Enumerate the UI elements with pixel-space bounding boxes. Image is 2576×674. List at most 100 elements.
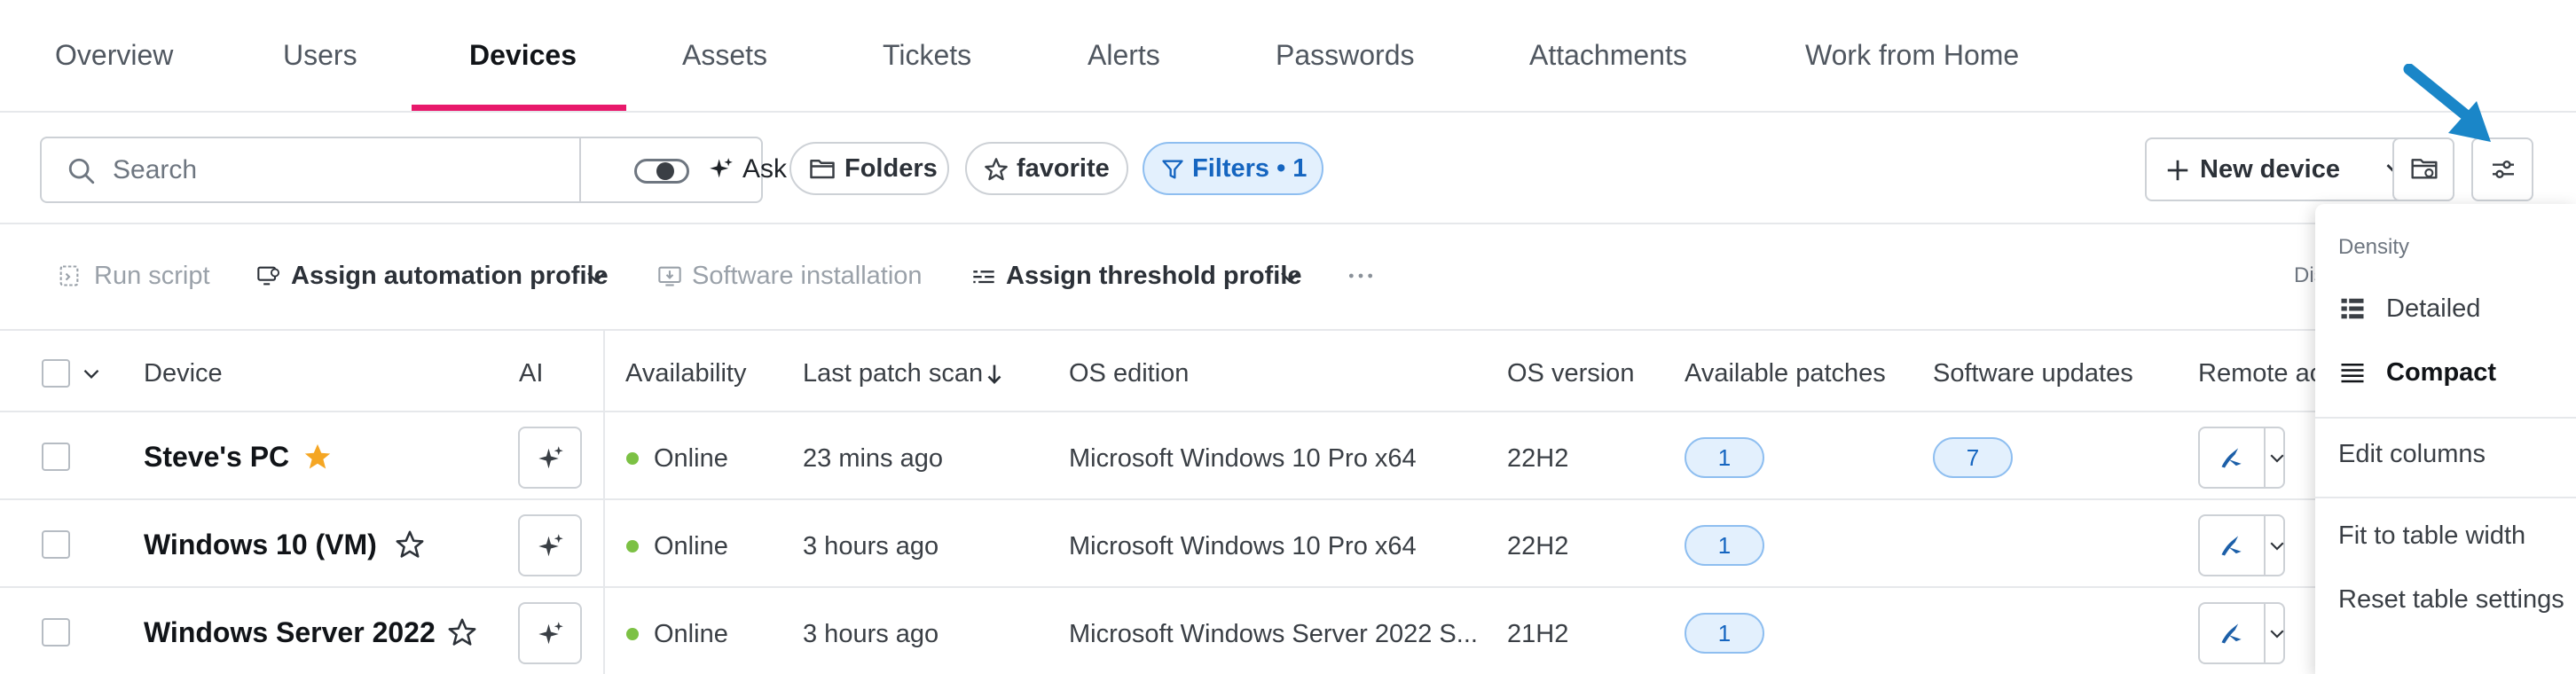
os-version-value: 21H2: [1507, 620, 1569, 648]
tab-attachments[interactable]: Attachments: [1529, 37, 1687, 73]
table-settings-button[interactable]: [2471, 137, 2533, 201]
online-status-dot: [626, 628, 639, 640]
device-name[interactable]: Windows Server 2022: [144, 616, 436, 648]
online-status-dot: [626, 452, 639, 465]
star-outline-icon: [985, 158, 1008, 181]
search-icon: [68, 158, 95, 184]
tab-passwords[interactable]: Passwords: [1276, 37, 1415, 73]
table-header: Device AI Availability Last patch scan O…: [0, 331, 2576, 412]
chevron-down-icon[interactable]: [2269, 453, 2285, 464]
split-divider: [2264, 428, 2266, 487]
device-name[interactable]: Windows 10 (VM): [144, 529, 377, 560]
toggle-knob: [656, 162, 674, 180]
column-header-remote-access[interactable]: Remote ac: [2198, 357, 2322, 389]
tab-devices[interactable]: Devices: [469, 37, 577, 73]
chevron-down-icon[interactable]: [2269, 629, 2285, 639]
devices-table: Device AI Availability Last patch scan O…: [0, 331, 2576, 674]
star-outline-icon[interactable]: [395, 529, 425, 560]
sliders-icon: [2493, 161, 2514, 178]
column-header-last-patch-scan[interactable]: Last patch scan: [803, 357, 983, 389]
software-installation-label: Software installation: [692, 262, 923, 290]
arrow-down-icon[interactable]: [985, 363, 1004, 386]
available-patches-badge[interactable]: 1: [1685, 613, 1764, 654]
assign-threshold-profile-label: Assign threshold profile: [1006, 262, 1302, 290]
table-row[interactable]: Steve's PC Online 23 mins ago Microsoft …: [0, 414, 2576, 500]
ask-toggle[interactable]: [634, 159, 689, 184]
column-header-device[interactable]: Device: [144, 357, 223, 389]
chevron-down-icon[interactable]: [2269, 541, 2285, 552]
column-header-os-version[interactable]: OS version: [1507, 357, 1634, 389]
favorite-button[interactable]: favorite: [965, 142, 1128, 195]
sparkle-icon: [538, 622, 563, 645]
star-filled-icon[interactable]: [302, 442, 333, 472]
sparkle-icon: [538, 534, 563, 557]
row-checkbox[interactable]: [42, 530, 70, 559]
column-header-ai[interactable]: AI: [519, 357, 543, 389]
ai-button[interactable]: [518, 602, 582, 664]
edit-columns-option[interactable]: Edit columns: [2338, 438, 2486, 470]
row-checkbox[interactable]: [42, 618, 70, 647]
fit-to-table-width-option[interactable]: Fit to table width: [2338, 520, 2525, 552]
software-updates-badge[interactable]: 7: [1933, 437, 2013, 478]
star-outline-icon[interactable]: [447, 617, 477, 647]
reset-table-settings-option[interactable]: Reset table settings: [2338, 584, 2564, 615]
tab-assets[interactable]: Assets: [682, 37, 767, 73]
folder-gear-icon: [2411, 159, 2438, 179]
annotation-arrow-icon: [2403, 64, 2491, 142]
os-edition-value: Microsoft Windows 10 Pro x64: [1069, 532, 1417, 560]
teamviewer-icon: [2221, 623, 2242, 644]
available-patches-badge[interactable]: 1: [1685, 437, 1764, 478]
search-input[interactable]: [113, 151, 609, 190]
new-device-button[interactable]: New device: [2145, 137, 2424, 201]
folders-label: Folders: [844, 154, 938, 183]
column-header-os-edition[interactable]: OS edition: [1069, 357, 1189, 389]
row-checkbox[interactable]: [42, 443, 70, 471]
tab-users[interactable]: Users: [283, 37, 357, 73]
monitor-gear-icon: [257, 266, 280, 286]
chevron-down-icon[interactable]: [82, 368, 100, 380]
tab-work-from-home[interactable]: Work from Home: [1805, 37, 2019, 73]
ai-button[interactable]: [518, 427, 582, 489]
column-header-available-patches[interactable]: Available patches: [1685, 357, 1886, 389]
table-row[interactable]: Windows Server 2022 Online 3 hours ago M…: [0, 590, 2576, 674]
threshold-icon: [973, 270, 994, 284]
os-edition-value: Microsoft Windows Server 2022 S...: [1069, 620, 1478, 648]
install-icon: [658, 266, 681, 286]
last-patch-scan-value: 3 hours ago: [803, 532, 939, 560]
tab-overview[interactable]: Overview: [55, 37, 173, 73]
ai-button[interactable]: [518, 514, 582, 576]
menu-divider: [2315, 417, 2576, 419]
remote-access-button[interactable]: [2198, 427, 2285, 489]
tab-alerts[interactable]: Alerts: [1088, 37, 1160, 73]
table-settings-menu: Density Detailed Compact Edit columns Fi…: [2315, 204, 2576, 674]
filters-button[interactable]: Filters • 1: [1143, 142, 1323, 195]
available-patches-badge[interactable]: 1: [1685, 525, 1764, 566]
sparkle-icon: [710, 158, 733, 178]
search-divider: [579, 138, 581, 201]
folder-icon: [810, 160, 835, 179]
tab-tickets[interactable]: Tickets: [883, 37, 971, 73]
tab-bar: Overview Users Devices Assets Tickets Al…: [0, 0, 2576, 113]
more-horizontal-icon[interactable]: [1347, 260, 1375, 292]
favorite-label: favorite: [1017, 154, 1110, 183]
folders-button[interactable]: Folders: [789, 142, 949, 195]
ask-label[interactable]: Ask: [742, 153, 787, 185]
list-compact-icon: [2341, 364, 2364, 383]
device-name[interactable]: Steve's PC: [144, 441, 289, 473]
remote-access-button[interactable]: [2198, 602, 2285, 664]
os-version-value: 22H2: [1507, 532, 1569, 560]
column-header-availability[interactable]: Availability: [625, 357, 746, 389]
bulk-actions-bar: Run script Assign automation profile Sof…: [0, 224, 2576, 331]
menu-divider: [2315, 497, 2576, 498]
folder-settings-button[interactable]: [2392, 137, 2454, 201]
availability-value: Online: [654, 620, 728, 648]
teamviewer-icon: [2221, 536, 2242, 556]
availability-value: Online: [654, 532, 728, 560]
select-all-checkbox[interactable]: [42, 359, 70, 388]
density-compact-label: Compact: [2386, 358, 2497, 387]
toolbar: Ask Folders favorite Filters • 1 New dev…: [0, 113, 2576, 224]
table-row[interactable]: Windows 10 (VM) Online 3 hours ago Micro…: [0, 502, 2576, 588]
remote-access-button[interactable]: [2198, 514, 2285, 576]
availability-value: Online: [654, 444, 728, 473]
column-header-software-updates[interactable]: Software updates: [1933, 357, 2133, 389]
